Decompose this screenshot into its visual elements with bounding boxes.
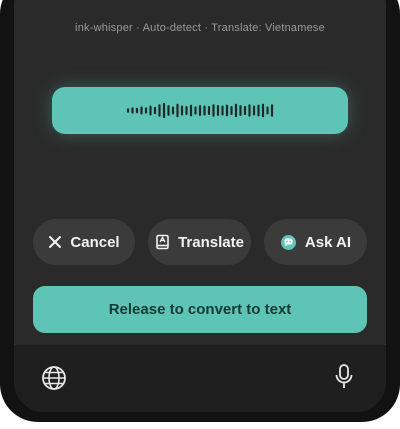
- release-to-convert-button[interactable]: Release to convert to text: [33, 286, 367, 333]
- ai-chat-icon: [280, 234, 297, 251]
- waveform-bar: [239, 105, 242, 116]
- waveform-bar: [266, 106, 269, 115]
- waveform-bar: [203, 105, 206, 116]
- waveform-bar: [234, 103, 238, 118]
- voice-input-screen: ink-whisper · Auto-detect · Translate: V…: [14, 0, 386, 412]
- waveform-bar: [216, 105, 220, 116]
- release-label: Release to convert to text: [108, 301, 292, 318]
- action-row: Cancel Translate Ask AI: [33, 219, 367, 265]
- waveform-bar: [135, 107, 139, 114]
- waveform-bar: [162, 102, 166, 119]
- waveform-bar: [185, 106, 188, 115]
- waveform-graphic: [126, 102, 274, 119]
- waveform-bar: [171, 106, 175, 115]
- cancel-label: Cancel: [70, 233, 120, 251]
- ask-ai-label: Ask AI: [304, 233, 352, 251]
- phone-frame: ink-whisper · Auto-detect · Translate: V…: [0, 0, 400, 422]
- waveform-bar: [153, 106, 157, 115]
- waveform-bar: [198, 105, 202, 116]
- book-icon: [155, 234, 170, 250]
- cancel-button[interactable]: Cancel: [33, 219, 135, 265]
- waveform-bar: [180, 105, 184, 116]
- waveform-bar: [149, 105, 152, 116]
- waveform-bar: [221, 105, 224, 116]
- ask-ai-button[interactable]: Ask AI: [264, 219, 367, 265]
- globe-icon[interactable]: [41, 365, 67, 396]
- waveform-bar: [158, 104, 161, 117]
- recording-waveform: [52, 87, 348, 134]
- keyboard-bottom-bar: [14, 345, 386, 412]
- waveform-bar: [243, 106, 247, 115]
- waveform-bar: [225, 104, 229, 117]
- translate-button[interactable]: Translate: [148, 219, 251, 265]
- waveform-bar: [131, 107, 134, 114]
- waveform-bar: [167, 105, 170, 116]
- close-icon: [48, 235, 62, 249]
- waveform-bar: [194, 106, 197, 115]
- waveform-bar: [140, 106, 143, 115]
- waveform-bar: [189, 104, 193, 117]
- waveform-bar: [261, 103, 265, 118]
- waveform-bar: [126, 108, 130, 113]
- translate-label: Translate: [178, 233, 244, 251]
- waveform-bar: [270, 104, 274, 117]
- waveform-bar: [257, 104, 260, 117]
- waveform-bar: [230, 106, 233, 115]
- waveform-bar: [176, 103, 179, 118]
- waveform-bar: [207, 106, 211, 115]
- microphone-icon[interactable]: [334, 363, 354, 396]
- waveform-bar: [252, 105, 256, 116]
- status-line: ink-whisper · Auto-detect · Translate: V…: [75, 22, 325, 34]
- waveform-bar: [144, 107, 148, 114]
- waveform-bar: [248, 104, 251, 117]
- waveform-bar: [212, 104, 215, 117]
